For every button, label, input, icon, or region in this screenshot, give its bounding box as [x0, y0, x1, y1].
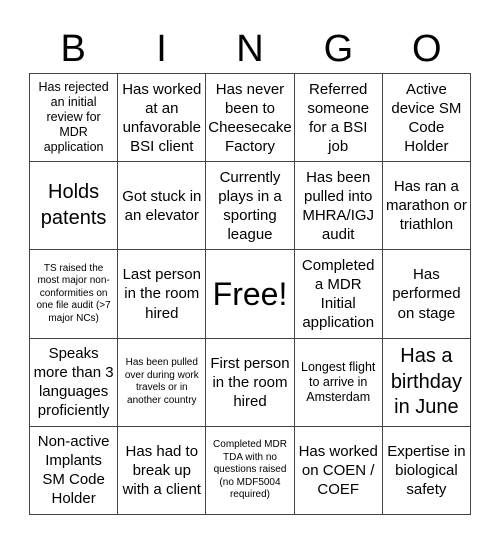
header-letter-g: G [323, 28, 354, 70]
bingo-cell-text: Has ran a marathon or triathlon [385, 178, 467, 234]
bingo-cell-text: Holds patents [40, 181, 107, 229]
bingo-card-grid: Has rejected an initial review for MDR a… [29, 73, 471, 515]
bingo-cell[interactable]: Has been pulled over during work travels… [118, 338, 207, 427]
bingo-cell-text: Completed a MDR Initial application [301, 256, 375, 332]
bingo-cell-text: Completed MDR TDA with no questions rais… [213, 439, 287, 501]
bingo-cell-text: Longest flight to arrive in Amsterdam [301, 359, 376, 404]
bingo-cell[interactable]: First person in the room hired [206, 338, 295, 427]
bingo-cell-text: Referred someone for a BSI job [307, 80, 370, 155]
bingo-cell-text: Has been pulled over during work travels… [124, 357, 199, 406]
bingo-cell[interactable]: Longest flight to arrive in Amsterdam [294, 338, 383, 427]
bingo-cell[interactable]: Completed a MDR Initial application [294, 250, 383, 339]
bingo-cell[interactable]: Non-active Implants SM Code Holder [30, 426, 119, 515]
bingo-cell-text: Got stuck in an elevator [122, 187, 202, 224]
bingo-cell[interactable]: Got stuck in an elevator [118, 162, 207, 251]
header-letter-o: O [411, 28, 442, 70]
bingo-cell-text: Has worked on COEN / COEF [298, 442, 378, 498]
bingo-cell-text: Expertise in biological safety [387, 442, 466, 498]
bingo-cell-text: Has been pulled into MHRA/IGJ audit [302, 168, 375, 243]
bingo-cell[interactable]: Has ran a marathon or triathlon [382, 162, 471, 251]
bingo-cell[interactable]: Currently plays in a sporting league [206, 162, 295, 251]
bingo-cell[interactable]: Has been pulled into MHRA/IGJ audit [294, 162, 383, 251]
bingo-free-space[interactable]: Free! [206, 250, 295, 339]
bingo-cell[interactable]: Completed MDR TDA with no questions rais… [206, 426, 295, 515]
bingo-cell[interactable]: Has rejected an initial review for MDR a… [30, 74, 119, 163]
bingo-cell[interactable]: Active device SM Code Holder [382, 74, 471, 163]
bingo-cell-text: Non-active Implants SM Code Holder [37, 433, 110, 508]
bingo-cell-text: Last person in the room hired [122, 266, 201, 322]
bingo-cell[interactable]: Has worked at an unfavorable BSI client [118, 74, 207, 163]
bingo-cell[interactable]: Referred someone for a BSI job [294, 74, 383, 163]
bingo-cell[interactable]: Has worked on COEN / COEF [294, 426, 383, 515]
bingo-cell-text: Has worked at an unfavorable BSI client [122, 80, 202, 155]
bingo-cell-text: TS raised the most major non-conformitie… [36, 262, 111, 324]
bingo-cell-text: Has rejected an initial review for MDR a… [38, 80, 109, 155]
bingo-cell-text: Has never been to Cheesecake Factory [208, 80, 292, 155]
bingo-cell-text: Active device SM Code Holder [391, 80, 462, 155]
header-letter-n: N [236, 28, 264, 70]
bingo-cell-text: First person in the room hired [210, 354, 290, 410]
bingo-cell[interactable]: Has performed on stage [382, 250, 471, 339]
bingo-cell[interactable]: Holds patents [30, 162, 119, 251]
bingo-cell[interactable]: Has never been to Cheesecake Factory [206, 74, 295, 163]
header-letter-b: B [60, 28, 86, 70]
bingo-cell-text: Currently plays in a sporting league [218, 168, 282, 243]
bingo-cell-text: Has a birthday in June [390, 345, 462, 418]
bingo-cell-text: Has had to break up with a client [122, 442, 201, 498]
bingo-cell[interactable]: Has a birthday in June [382, 338, 471, 427]
bingo-cell-text: Speaks more than 3 languages proficientl… [33, 345, 114, 420]
bingo-cell[interactable]: Expertise in biological safety [382, 426, 471, 515]
bingo-cell-text: Free! [212, 275, 288, 312]
bingo-cell[interactable]: Speaks more than 3 languages proficientl… [30, 338, 119, 427]
bingo-cell[interactable]: Last person in the room hired [118, 250, 207, 339]
bingo-cell-text: Has performed on stage [392, 266, 461, 322]
bingo-header: B I N G O [29, 28, 471, 70]
header-letter-i: I [156, 28, 167, 70]
bingo-cell[interactable]: Has had to break up with a client [118, 426, 207, 515]
bingo-cell[interactable]: TS raised the most major non-conformitie… [30, 250, 119, 339]
